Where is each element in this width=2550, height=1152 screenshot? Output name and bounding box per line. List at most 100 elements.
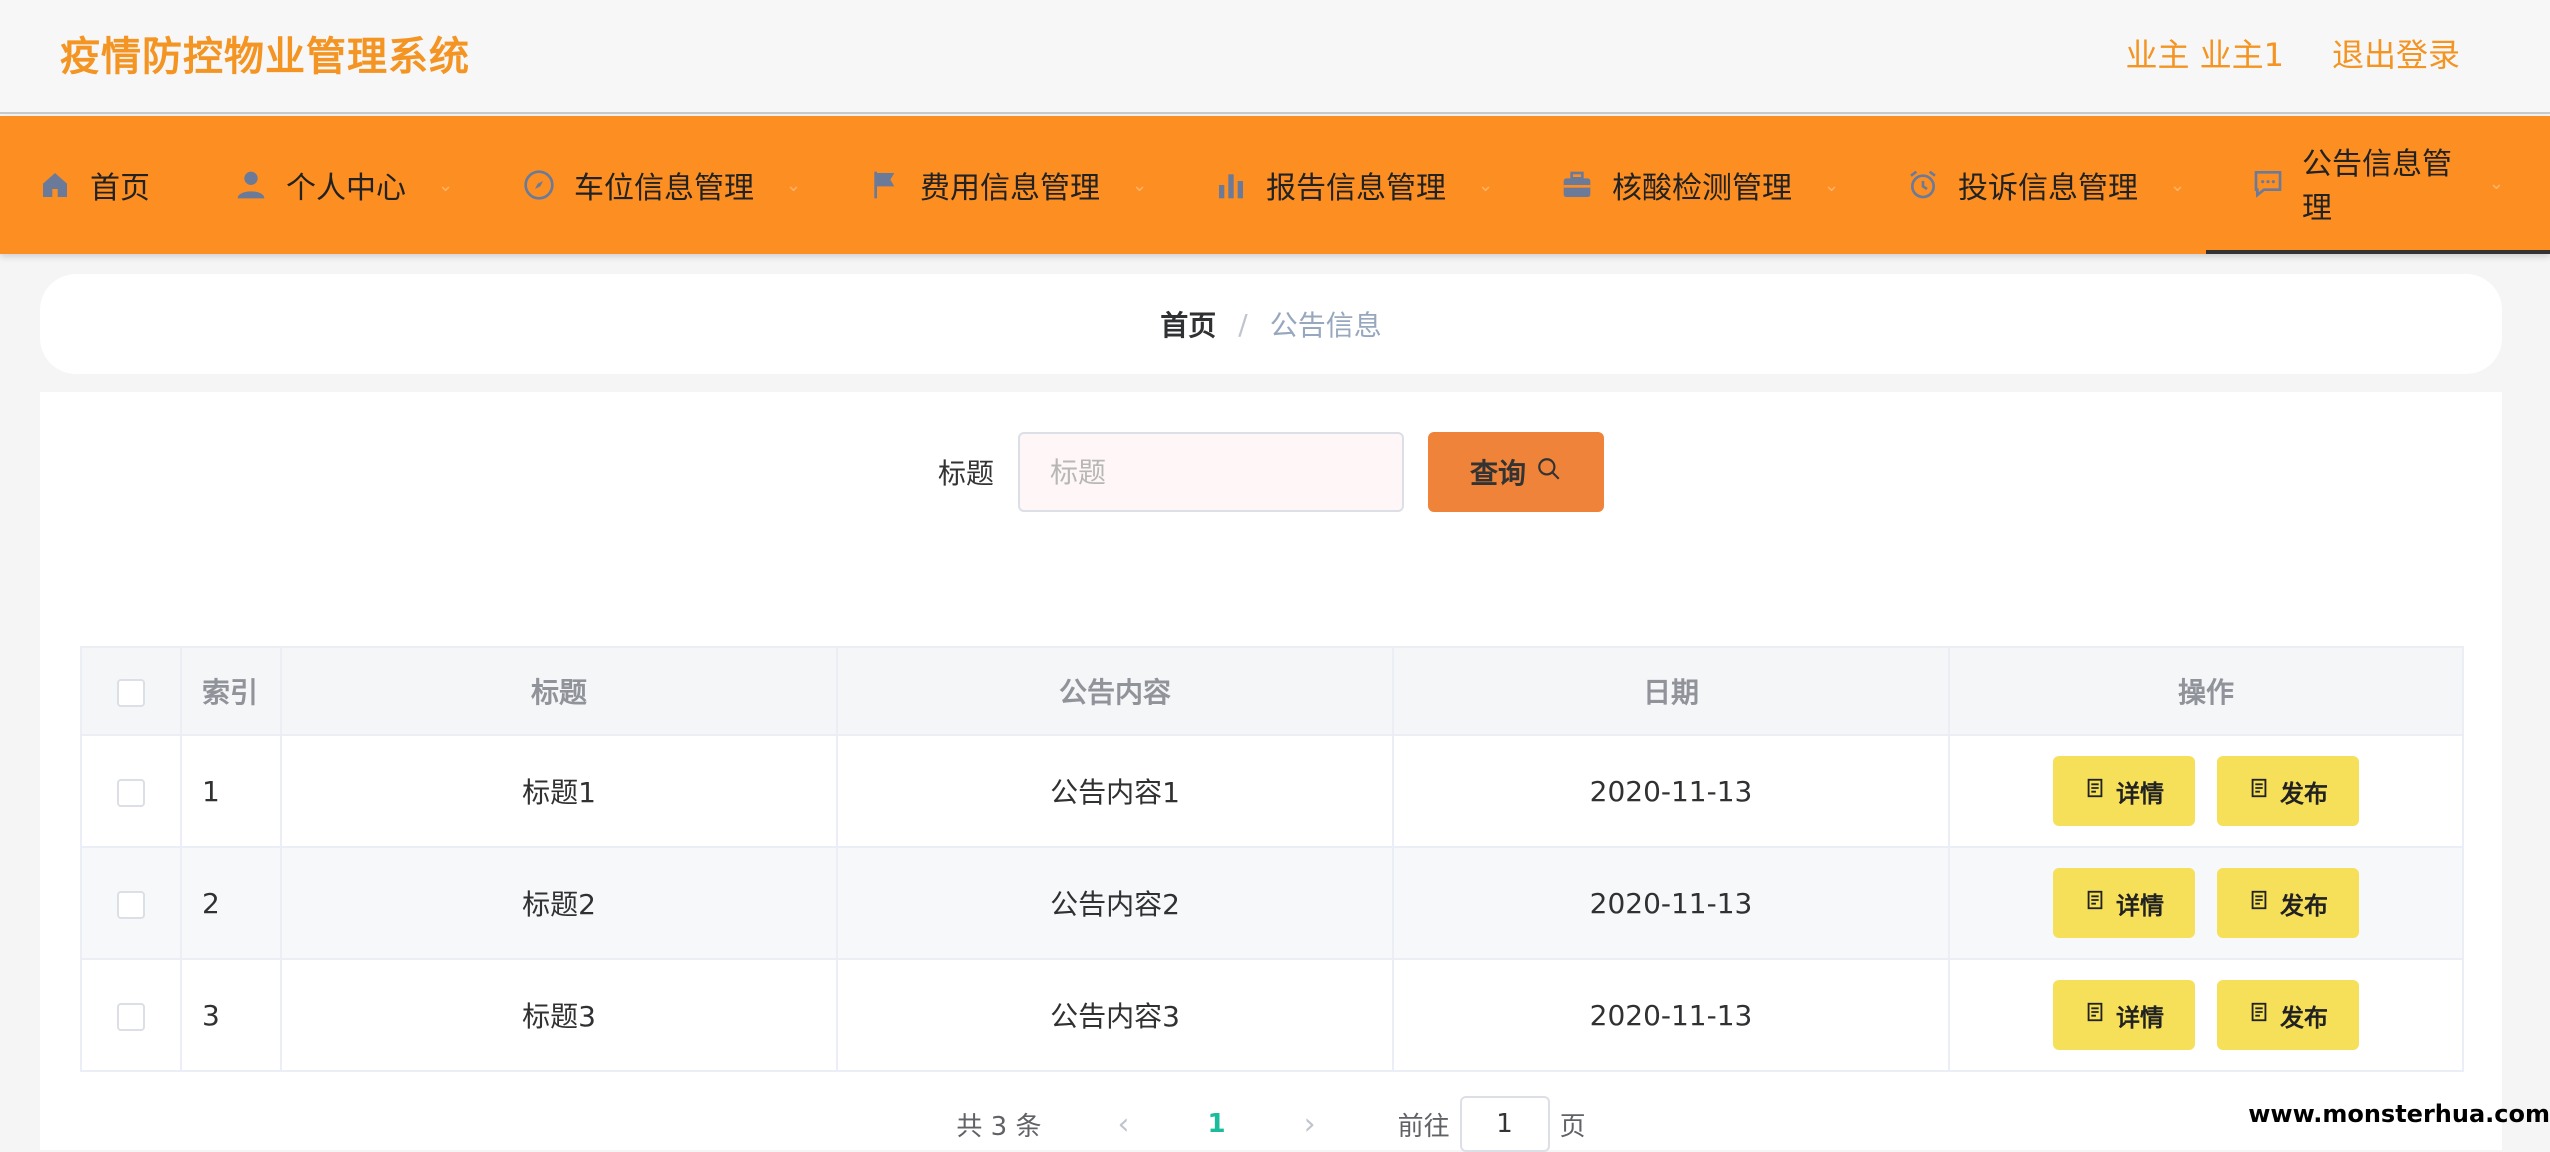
app-title: 疫情防控物业管理系统 xyxy=(60,34,470,80)
user-area: 业主 业主1 退出登录 xyxy=(2125,30,2460,76)
goto-prefix: 前往 xyxy=(1397,1111,1450,1142)
row-date: 2020-11-13 xyxy=(1392,846,1950,960)
publish-button[interactable]: 发布 xyxy=(2217,868,2359,938)
nav-item-fees[interactable]: 费用信息管理 ⌄ xyxy=(868,116,1147,254)
nav-item-reports[interactable]: 报告信息管理 ⌄ xyxy=(1214,116,1493,254)
home-icon xyxy=(38,168,72,202)
table-header-row: 索引 标题 公告内容 日期 操作 xyxy=(80,646,2464,736)
alarm-icon xyxy=(1906,168,1940,202)
search-button-label: 查询 xyxy=(1469,457,1526,490)
select-all-cell xyxy=(80,646,182,736)
select-all-checkbox[interactable] xyxy=(117,678,145,707)
chevron-down-icon: ⌄ xyxy=(2488,172,2504,194)
document-icon xyxy=(2248,1001,2270,1029)
chevron-down-icon: ⌄ xyxy=(1132,174,1148,196)
publish-button-label: 发布 xyxy=(2280,891,2328,920)
breadcrumb-current: 公告信息 xyxy=(1269,309,1382,342)
nav-item-home[interactable]: 首页 xyxy=(38,116,150,254)
flag-icon xyxy=(868,168,902,202)
row-check-cell xyxy=(80,958,182,1072)
chevron-down-icon: ⌄ xyxy=(1478,174,1494,196)
current-user-label: 业主 业主1 xyxy=(2125,36,2284,74)
nav-item-parking[interactable]: 车位信息管理 ⌄ xyxy=(522,116,801,254)
table-row: 3 标题3 公告内容3 2020-11-13 详情 发布 xyxy=(80,958,2464,1072)
row-content: 公告内容2 xyxy=(836,846,1394,960)
watermark: www.monsterhua.com xyxy=(2248,1100,2550,1128)
nav-item-label: 报告信息管理 xyxy=(1266,171,1446,206)
row-checkbox[interactable] xyxy=(117,1002,145,1031)
nav-item-nucleic-test[interactable]: 核酸检测管理 ⌄ xyxy=(1560,116,1839,254)
table-row: 2 标题2 公告内容2 2020-11-13 详情 发布 xyxy=(80,846,2464,960)
nav-item-label: 费用信息管理 xyxy=(920,171,1100,206)
breadcrumb: 首页 / 公告信息 xyxy=(40,274,2502,374)
row-title: 标题3 xyxy=(280,958,838,1072)
row-date: 2020-11-13 xyxy=(1392,734,1950,848)
chat-icon xyxy=(2252,166,2284,200)
compass-icon xyxy=(522,168,556,202)
detail-button[interactable]: 详情 xyxy=(2053,756,2195,826)
detail-button-label: 详情 xyxy=(2116,891,2164,920)
announcements-table: 索引 标题 公告内容 日期 操作 1 标题1 公告内容1 2020-11-13 … xyxy=(80,646,2464,1072)
document-icon xyxy=(2084,1001,2106,1029)
nav-item-complaints[interactable]: 投诉信息管理 ⌄ xyxy=(1906,116,2185,254)
publish-button[interactable]: 发布 xyxy=(2217,756,2359,826)
column-header-date: 日期 xyxy=(1392,646,1950,736)
row-actions: 详情 发布 xyxy=(1948,958,2464,1072)
detail-button-label: 详情 xyxy=(2116,779,2164,808)
chevron-down-icon: ⌄ xyxy=(786,174,802,196)
breadcrumb-home[interactable]: 首页 xyxy=(1160,304,1216,344)
column-header-content: 公告内容 xyxy=(836,646,1394,736)
publish-button[interactable]: 发布 xyxy=(2217,980,2359,1050)
prev-page-icon[interactable]: ‹ xyxy=(1117,1107,1129,1142)
chevron-down-icon: ⌄ xyxy=(1824,174,1840,196)
row-check-cell xyxy=(80,734,182,848)
search-label: 标题 xyxy=(937,457,994,490)
row-checkbox[interactable] xyxy=(117,890,145,919)
row-check-cell xyxy=(80,846,182,960)
row-actions: 详情 发布 xyxy=(1948,734,2464,848)
column-header-actions: 操作 xyxy=(1948,646,2464,736)
nav-item-label: 公告信息管理 xyxy=(2302,147,2452,226)
title-search-input[interactable] xyxy=(1018,432,1404,512)
pagination: 共 3 条 ‹ 1 › 前往 页 xyxy=(40,1096,2502,1152)
column-header-title: 标题 xyxy=(280,646,838,736)
row-index: 3 xyxy=(180,958,282,1072)
page-number-current[interactable]: 1 xyxy=(1207,1109,1225,1139)
goto-page-input[interactable] xyxy=(1459,1096,1550,1152)
bar-chart-icon xyxy=(1214,168,1248,202)
document-icon xyxy=(2248,777,2270,805)
nav-item-announcements[interactable]: 公告信息管理 ⌄ xyxy=(2206,116,2550,254)
row-title: 标题2 xyxy=(280,846,838,960)
nav-item-label: 个人中心 xyxy=(286,171,406,206)
row-index: 1 xyxy=(180,734,282,848)
row-checkbox[interactable] xyxy=(117,778,145,807)
publish-button-label: 发布 xyxy=(2280,779,2328,808)
detail-button[interactable]: 详情 xyxy=(2053,980,2195,1050)
pagination-total: 共 3 条 xyxy=(956,1111,1042,1142)
row-content: 公告内容1 xyxy=(836,734,1394,848)
next-page-icon[interactable]: › xyxy=(1304,1107,1316,1142)
row-index: 2 xyxy=(180,846,282,960)
main-nav: 首页 个人中心 ⌄ 车位信息管理 ⌄ 费用信息管理 ⌄ 报告信息管理 ⌄ 核酸检… xyxy=(0,116,2550,254)
detail-button[interactable]: 详情 xyxy=(2053,868,2195,938)
nav-item-label: 核酸检测管理 xyxy=(1612,171,1792,206)
row-date: 2020-11-13 xyxy=(1392,958,1950,1072)
user-icon xyxy=(234,168,268,202)
search-form: 标题 查询 xyxy=(40,432,2502,512)
goto-suffix: 页 xyxy=(1559,1111,1586,1142)
briefcase-icon xyxy=(1560,168,1594,202)
nav-item-personal-center[interactable]: 个人中心 ⌄ xyxy=(234,116,453,254)
main-content: 标题 查询 索引 标题 公告内容 日期 操作 1 xyxy=(40,392,2502,1152)
nav-item-label: 投诉信息管理 xyxy=(1958,171,2138,206)
column-header-index: 索引 xyxy=(180,646,282,736)
search-icon xyxy=(1536,456,1562,489)
row-content: 公告内容3 xyxy=(836,958,1394,1072)
document-icon xyxy=(2084,777,2106,805)
row-actions: 详情 发布 xyxy=(1948,846,2464,960)
nav-item-label: 首页 xyxy=(90,171,150,206)
chevron-down-icon: ⌄ xyxy=(2170,174,2186,196)
search-button[interactable]: 查询 xyxy=(1428,432,1604,512)
logout-link[interactable]: 退出登录 xyxy=(2332,30,2460,76)
breadcrumb-separator: / xyxy=(1238,307,1248,341)
top-header: 疫情防控物业管理系统 业主 业主1 退出登录 xyxy=(0,0,2550,114)
